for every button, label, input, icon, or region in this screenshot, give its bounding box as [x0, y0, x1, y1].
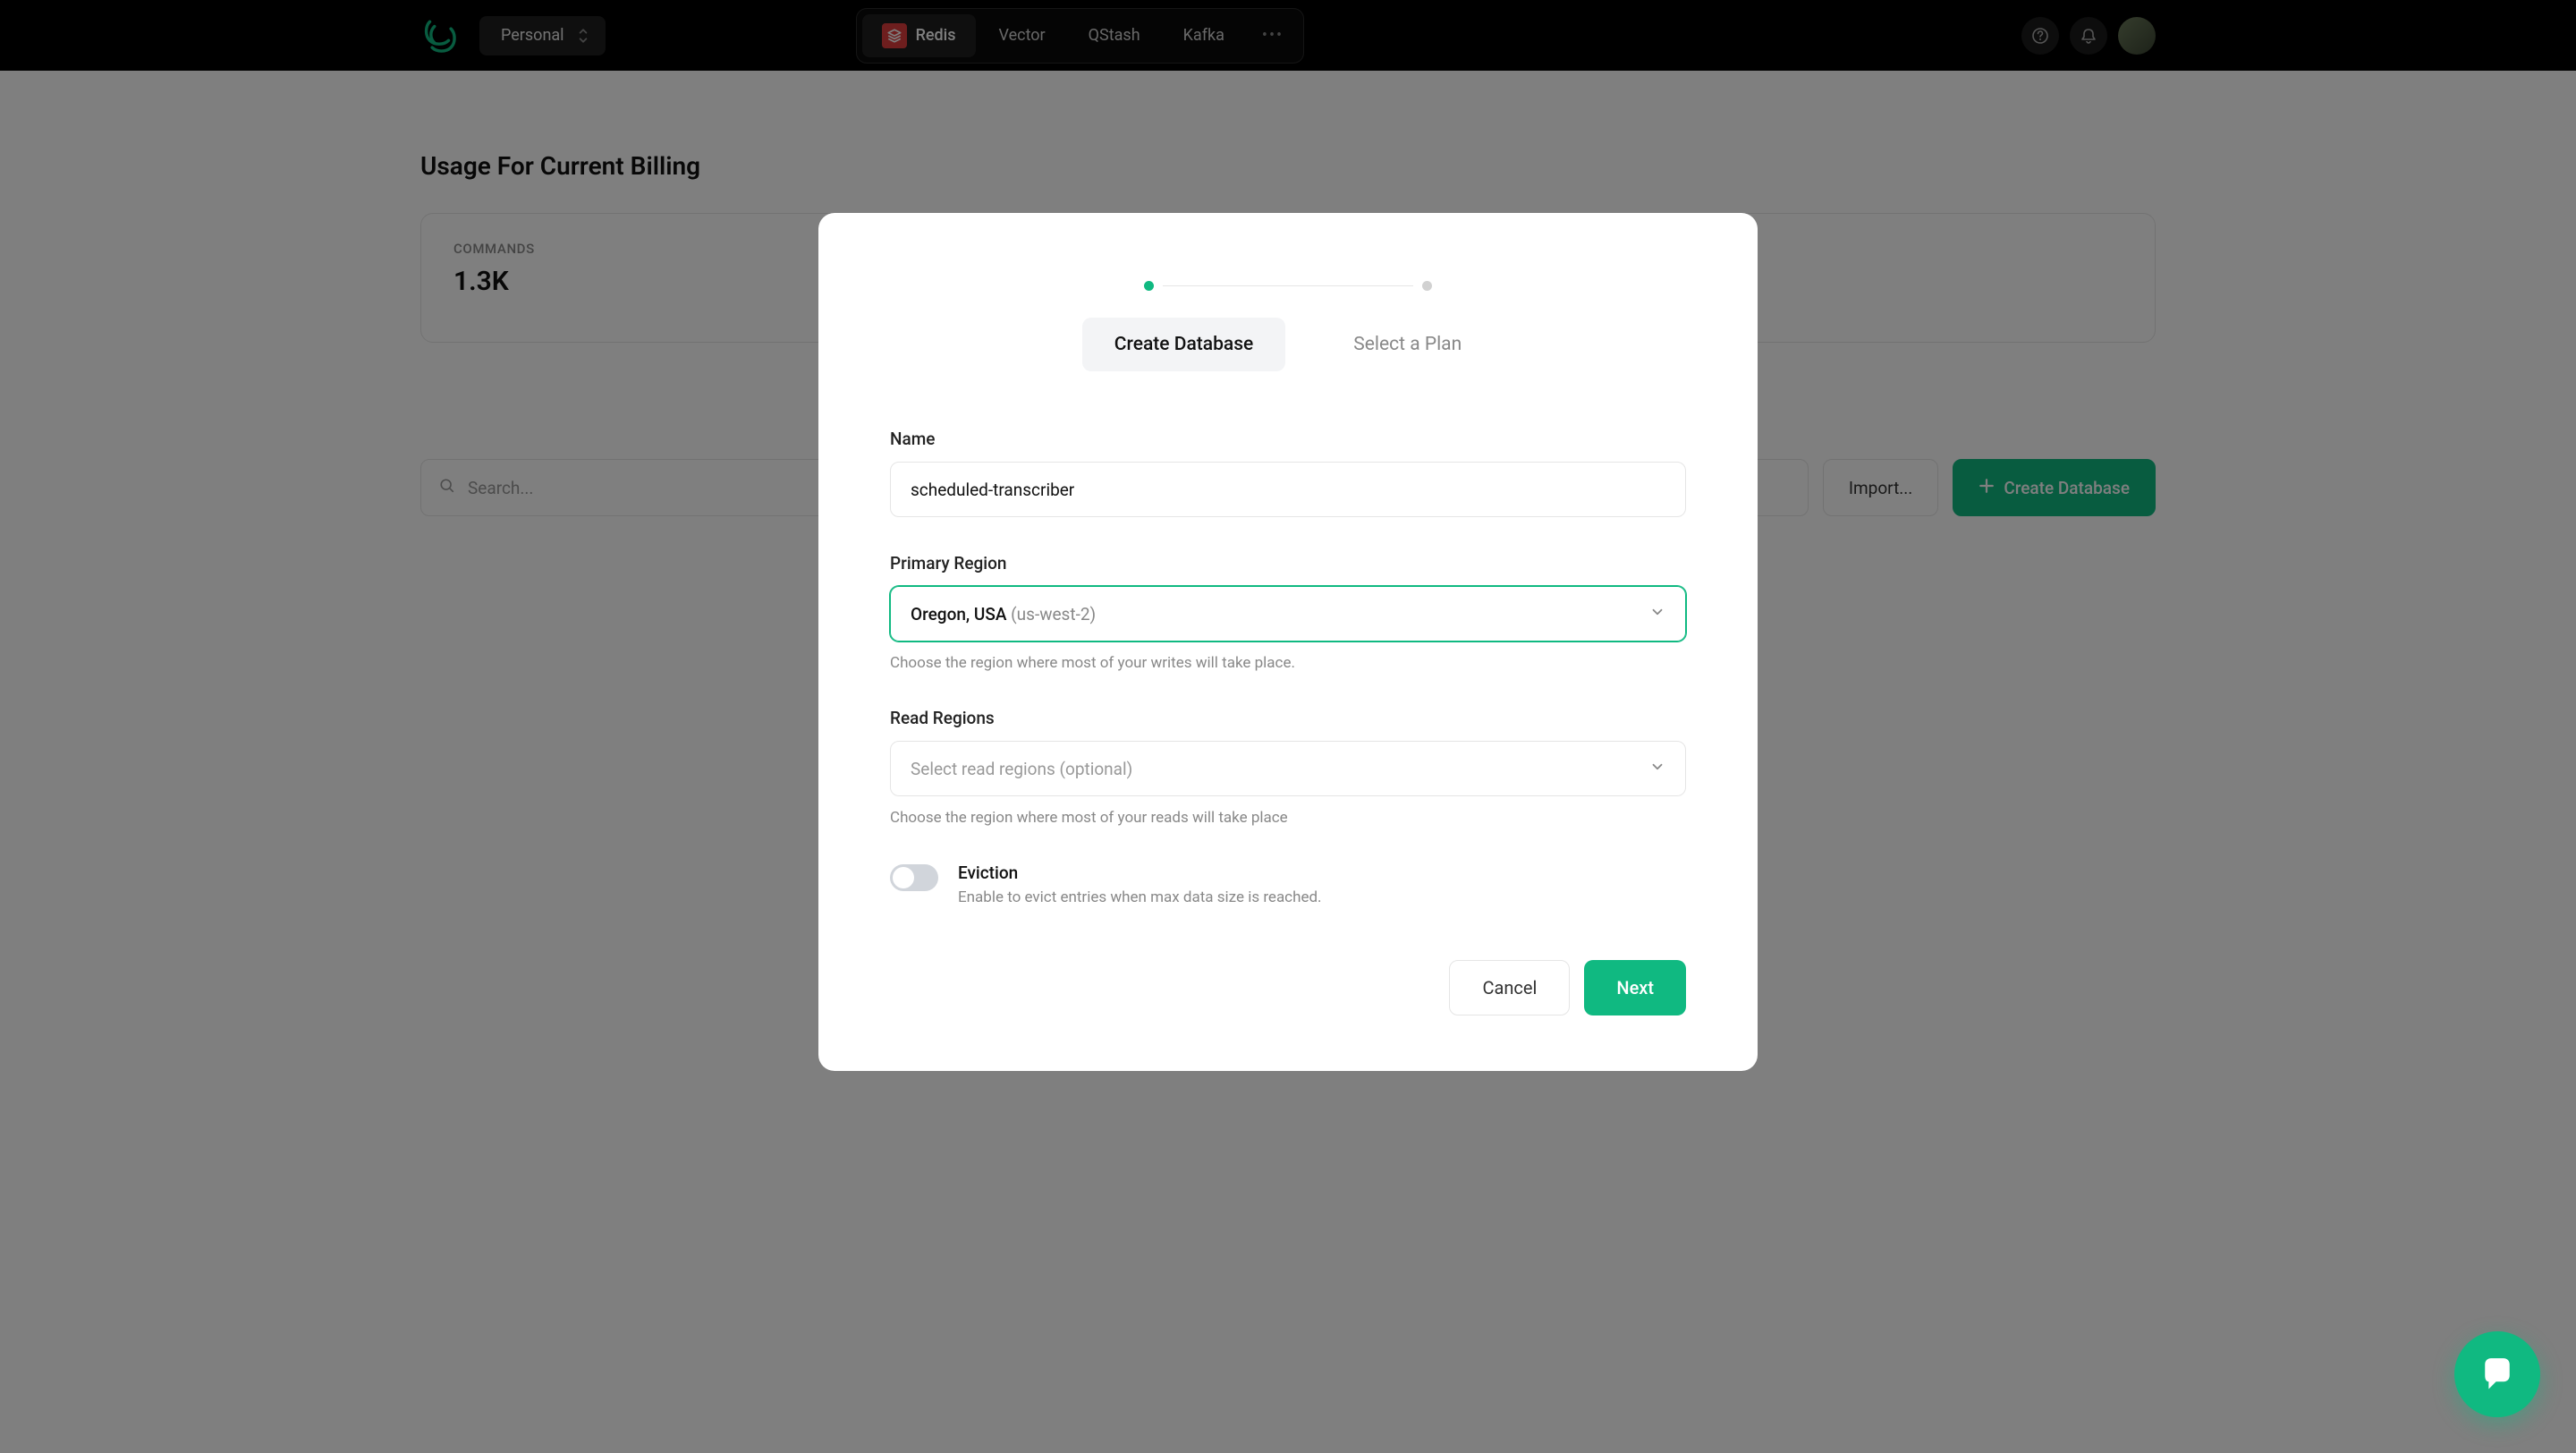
step-dot-2	[1422, 281, 1432, 291]
eviction-title: Eviction	[958, 862, 1322, 883]
step-create-database[interactable]: Create Database	[1082, 318, 1286, 371]
create-database-modal: Create Database Select a Plan Name Prima…	[818, 213, 1758, 1071]
primary-region-label: Primary Region	[890, 553, 1686, 574]
step-dot-1	[1144, 281, 1154, 291]
region-code: (us-west-2)	[1011, 604, 1096, 625]
name-input[interactable]	[890, 462, 1686, 517]
form-group-read-regions: Read Regions Select read regions (option…	[890, 708, 1686, 827]
form-group-name: Name	[890, 429, 1686, 517]
next-button[interactable]: Next	[1584, 960, 1686, 1015]
modal-overlay[interactable]: Create Database Select a Plan Name Prima…	[0, 0, 2576, 1453]
read-regions-placeholder: Select read regions (optional)	[911, 759, 1132, 779]
modal-actions: Cancel Next	[890, 960, 1686, 1015]
read-regions-select[interactable]: Select read regions (optional)	[890, 741, 1686, 796]
chat-icon	[2478, 1355, 2517, 1394]
eviction-toggle-row: Eviction Enable to evict entries when ma…	[890, 862, 1686, 906]
primary-region-select[interactable]: Oregon, USA (us-west-2)	[890, 586, 1686, 642]
step-labels: Create Database Select a Plan	[890, 318, 1686, 371]
eviction-desc: Enable to evict entries when max data si…	[958, 888, 1322, 906]
chevron-down-icon	[1649, 604, 1665, 625]
chat-fab[interactable]	[2454, 1331, 2540, 1417]
region-name: Oregon, USA	[911, 604, 1011, 625]
eviction-toggle[interactable]	[890, 864, 938, 891]
primary-region-help: Choose the region where most of your wri…	[890, 654, 1686, 672]
cancel-button[interactable]: Cancel	[1449, 960, 1570, 1015]
toggle-knob	[893, 867, 914, 888]
read-regions-label: Read Regions	[890, 708, 1686, 728]
step-line	[1163, 285, 1413, 286]
stepper	[890, 281, 1686, 291]
form-group-primary-region: Primary Region Oregon, USA (us-west-2) C…	[890, 553, 1686, 672]
read-regions-help: Choose the region where most of your rea…	[890, 809, 1686, 827]
name-label: Name	[890, 429, 1686, 449]
chevron-down-icon	[1649, 759, 1665, 779]
step-select-plan: Select a Plan	[1321, 318, 1494, 371]
